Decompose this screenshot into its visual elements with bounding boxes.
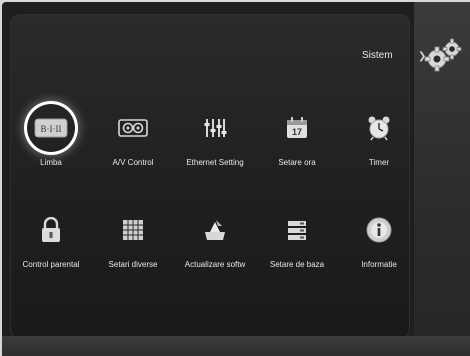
padlock-icon	[42, 217, 60, 242]
section-title: Sistem	[362, 50, 393, 61]
storage-icon	[288, 221, 306, 240]
menu-item-setari-diverse[interactable]: Setari diverse	[92, 210, 174, 269]
info-disc-icon	[366, 217, 392, 243]
menu-panel	[10, 14, 410, 339]
menu-item-label: Actualizare softw	[184, 260, 246, 269]
menu-item-informatie[interactable]: Informatie	[338, 210, 420, 269]
svg-text:B·I·II: B·I·II	[41, 124, 62, 134]
menu-item-setare-ora[interactable]: 17 Setare ora	[256, 108, 338, 167]
svg-text:17: 17	[292, 127, 302, 137]
menu-item-label: Limba	[40, 158, 62, 167]
menu-item-actualizare-softw[interactable]: Actualizare softw	[174, 210, 256, 269]
menu-item-label: Informatie	[361, 260, 397, 269]
menu-item-label: Setare de baza	[269, 260, 325, 269]
menu-item-ethernet-setting[interactable]: Ethernet Setting	[174, 108, 256, 167]
menu-item-label: A/V Control	[112, 158, 154, 167]
grid-icon	[123, 220, 143, 240]
menu-item-av-control[interactable]: A/V Control	[92, 108, 174, 167]
menu-item-label: Setari diverse	[108, 260, 158, 269]
menu-item-control-parental[interactable]: Control parental	[10, 210, 92, 269]
av-control-icon	[118, 119, 148, 137]
alarm-clock-icon	[368, 116, 390, 141]
menu-item-label: Ethernet Setting	[186, 158, 244, 167]
language-icon: B·I·II	[34, 118, 68, 138]
menu-item-setare-de-baza[interactable]: Setare de baza	[256, 210, 338, 269]
gears-icon	[424, 38, 462, 72]
menu-item-timer[interactable]: Timer	[338, 108, 420, 167]
calendar-icon: 17	[287, 117, 307, 138]
bottom-bar	[2, 336, 470, 356]
menu-item-limba[interactable]: B·I·II Limba	[10, 108, 92, 167]
menu-item-label: Setare ora	[278, 158, 316, 167]
update-icon	[205, 220, 225, 240]
equalizer-icon	[204, 119, 227, 137]
menu-item-label: Timer	[368, 158, 390, 167]
menu-item-label: Control parental	[22, 260, 80, 269]
